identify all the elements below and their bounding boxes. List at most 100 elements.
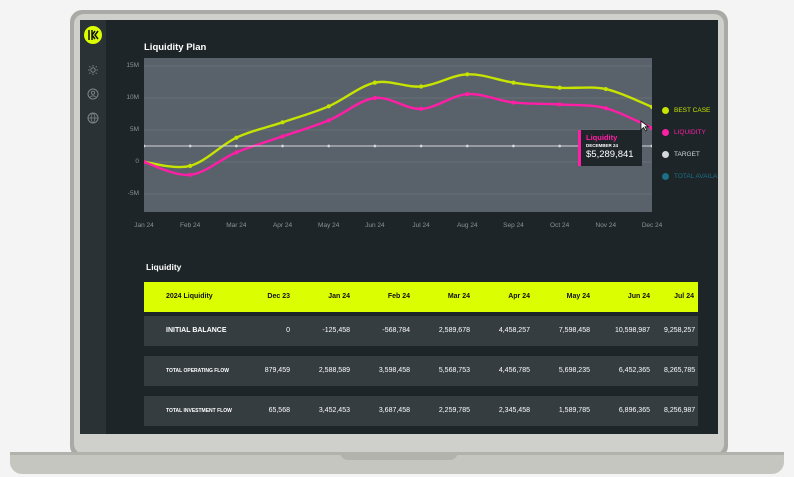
table-row[interactable]: INITIAL BALANCE 0 -125,458 -568,784 2,589,67… (144, 316, 698, 346)
table-header-row: 2024 Liquidity Dec 23 Jan 24 Feb 24 Mar 24 Ap… (144, 282, 698, 312)
table-cell: 3,452,453 (318, 407, 350, 414)
sidebar (80, 20, 106, 434)
data-point-liquidity[interactable] (511, 100, 516, 105)
data-point-liquidity[interactable] (234, 150, 239, 155)
series-best-case-line (144, 73, 652, 169)
table-cell: -568,784 (382, 327, 410, 334)
table-cell: 9,258,257 (664, 327, 696, 334)
data-point-target[interactable] (650, 144, 652, 148)
y-tick-label: 10M (126, 94, 139, 101)
data-point-best-case[interactable] (280, 120, 285, 125)
logo-icon[interactable] (84, 26, 102, 44)
liquidity-chart (144, 58, 652, 212)
y-tick-label: 0 (135, 158, 139, 165)
table-cell: Apr 24 (508, 293, 530, 300)
x-tick-label: Sep 24 (503, 222, 524, 229)
data-point-target[interactable] (373, 144, 377, 148)
tooltip-date: DECEMBER 24 (586, 143, 619, 148)
table-cell: 2,259,785 (438, 407, 470, 414)
data-point-target[interactable] (512, 144, 515, 148)
legend-dot-icon (662, 151, 669, 158)
data-point-liquidity[interactable] (418, 106, 424, 111)
legend-dot-icon (662, 107, 669, 114)
data-point-target[interactable] (558, 144, 562, 148)
table-cell: 8,265,785 (664, 367, 696, 374)
y-tick-label: 5M (129, 126, 139, 133)
table-cell: 5,698,235 (558, 367, 590, 374)
legend-dot-icon (662, 129, 669, 136)
data-point-best-case[interactable] (418, 84, 424, 89)
mouse-cursor-icon (640, 120, 650, 132)
data-point-liquidity[interactable] (326, 118, 331, 123)
data-point-target[interactable] (188, 144, 192, 148)
table-cell: 2,345,458 (498, 407, 530, 414)
data-point-target[interactable] (327, 144, 331, 148)
table-cell: 4,456,785 (498, 367, 530, 374)
y-tick-label: 15M (126, 62, 139, 69)
table-cell: Feb 24 (387, 293, 410, 300)
x-tick-label: Feb 24 (180, 222, 201, 229)
table-cell: 6,896,365 (618, 407, 650, 414)
data-point-liquidity[interactable] (465, 92, 470, 97)
user-icon[interactable] (87, 88, 99, 100)
table-cell: 3,687,458 (378, 407, 410, 414)
data-point-liquidity[interactable] (557, 102, 562, 107)
data-point-liquidity[interactable] (280, 134, 285, 139)
data-point-target[interactable] (144, 144, 146, 148)
data-point-liquidity[interactable] (603, 106, 608, 111)
data-point-best-case[interactable] (465, 72, 470, 77)
chart-title: Liquidity Plan (144, 42, 207, 53)
data-point-best-case[interactable] (372, 80, 378, 85)
table-cell: -125,458 (322, 327, 350, 334)
table-cell: Jun 24 (627, 293, 650, 300)
x-tick-label: Aug 24 (456, 222, 478, 229)
y-tick-label: -5M (127, 190, 139, 197)
table-row[interactable]: TOTAL INVESTMENT FLOW 65,568 3,452,453 3,68… (144, 396, 698, 426)
data-point-liquidity[interactable] (372, 95, 378, 101)
laptop-notch (340, 452, 458, 460)
x-tick-label: May 24 (318, 222, 340, 229)
data-point-best-case[interactable] (326, 104, 331, 109)
table-cell: 8,256,987 (664, 407, 696, 414)
data-point-best-case[interactable] (188, 163, 193, 168)
x-tick-label: Dec 24 (641, 222, 663, 229)
laptop-mockup: Liquidity Plan 15M 10M 5M 0 -5M Jan 24 Feb 24… (0, 0, 794, 477)
x-tick-label: Nov 24 (595, 222, 617, 229)
table-cell: 10,598,987 (614, 327, 650, 334)
table-row-label: TOTAL INVESTMENT FLOW (166, 408, 232, 414)
tooltip-value: $5,289,841 (586, 149, 634, 160)
table-cell: May 24 (566, 293, 590, 300)
table-cell: Jul 24 (674, 293, 694, 300)
table-cell: Dec 23 (267, 293, 290, 300)
data-point-liquidity[interactable] (188, 172, 193, 177)
settings-icon[interactable] (87, 64, 99, 76)
series-liquidity-line (144, 92, 652, 177)
data-point-target[interactable] (234, 144, 238, 148)
x-tick-label: Oct 24 (550, 222, 570, 229)
x-tick-label: Jul 24 (412, 222, 430, 229)
table-cell: 5,568,753 (438, 367, 470, 374)
table-cell: 879,459 (264, 367, 290, 374)
data-point-target[interactable] (419, 144, 423, 148)
tooltip-title: Liquidity (586, 133, 618, 142)
data-point-target[interactable] (465, 144, 469, 148)
data-point-best-case[interactable] (557, 85, 562, 90)
globe-icon[interactable] (87, 112, 99, 124)
chart-tooltip: Liquidity DECEMBER 24 $5,289,841 (578, 130, 642, 166)
table-row[interactable]: TOTAL OPERATING FLOW 879,459 2,588,589 3,59… (144, 356, 698, 386)
data-point-target[interactable] (281, 144, 284, 148)
data-point-best-case[interactable] (511, 80, 516, 85)
x-tick-label: Mar 24 (226, 222, 247, 229)
app-screen: Liquidity Plan 15M 10M 5M 0 -5M Jan 24 Feb 24… (80, 20, 718, 434)
x-tick-label: Jun 24 (365, 222, 385, 229)
liquidity-section-title: Liquidity (146, 262, 182, 272)
table-row-label: TOTAL OPERATING FLOW (166, 368, 229, 374)
data-point-best-case[interactable] (234, 135, 239, 140)
x-tick-label: Jan 24 (134, 222, 154, 229)
table-cell: 6,452,365 (618, 367, 650, 374)
table-cell: 0 (286, 327, 290, 334)
table-cell: 7,598,458 (558, 327, 590, 334)
legend-dot-icon (662, 173, 669, 180)
data-point-best-case[interactable] (603, 86, 608, 92)
legend-label: TARGET (674, 151, 700, 158)
